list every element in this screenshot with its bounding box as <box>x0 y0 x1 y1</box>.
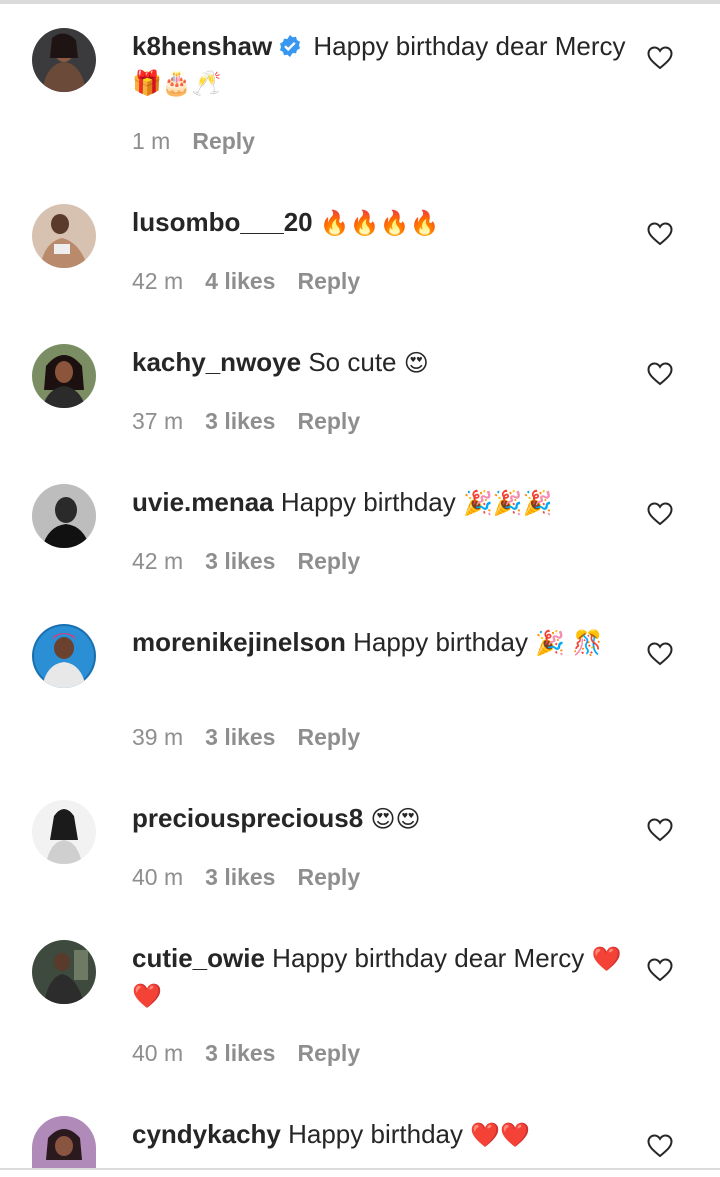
comment-username[interactable]: cyndykachy <box>132 1119 281 1149</box>
heart-outline-icon[interactable] <box>647 1134 673 1158</box>
likes-count[interactable]: 3 likes <box>205 408 275 434</box>
comment-emojis: 🎉 🎊 <box>535 629 603 657</box>
comment-text: cutie_owie Happy birthday dear Mercy ❤️❤… <box>132 940 632 1014</box>
reply-button[interactable]: Reply <box>297 268 360 294</box>
comment-body: Happy birthday dear Mercy <box>313 31 626 61</box>
reply-button[interactable]: Reply <box>297 408 360 434</box>
comment-meta: 37 m 3 likes Reply <box>132 406 382 436</box>
avatar[interactable] <box>32 344 96 408</box>
reply-button[interactable]: Reply <box>297 548 360 574</box>
comment-text: lusombo___20 🔥🔥🔥🔥 <box>132 204 632 241</box>
heart-outline-icon[interactable] <box>647 958 673 982</box>
comment-emojis: 🔥🔥🔥🔥 <box>319 209 440 237</box>
likes-count[interactable]: 3 likes <box>205 548 275 574</box>
comment-username[interactable]: preciousprecious8 <box>132 803 363 833</box>
likes-count[interactable]: 3 likes <box>205 724 275 750</box>
comment-meta: 40 m 3 likes Reply <box>132 1038 382 1068</box>
comment-emojis: 🎁🎂🥂 <box>132 69 222 97</box>
avatar[interactable] <box>32 624 96 688</box>
avatar[interactable] <box>32 800 96 864</box>
comment-meta: 39 m 3 likes Reply <box>132 722 382 752</box>
comment-time: 39 m <box>132 724 184 750</box>
reply-button[interactable]: Reply <box>192 128 255 154</box>
comment-text: preciousprecious8 😍😍 <box>132 800 632 837</box>
comment-time: 1 m <box>132 128 171 154</box>
verified-badge-icon <box>278 34 302 58</box>
comment-text: cyndykachy Happy birthday ❤️❤️ <box>132 1116 632 1153</box>
comment-time: 37 m <box>132 408 184 434</box>
bottom-divider <box>0 1168 720 1170</box>
heart-outline-icon[interactable] <box>647 222 673 246</box>
comment-text: morenikejinelson Happy birthday 🎉 🎊 <box>132 624 632 661</box>
comment-meta: 1 m Reply <box>132 126 277 156</box>
comment-username[interactable]: cutie_owie <box>132 943 265 973</box>
comment-text: kachy_nwoye So cute 😍 <box>132 344 632 381</box>
likes-count[interactable]: 3 likes <box>205 864 275 890</box>
comment-username[interactable]: morenikejinelson <box>132 627 346 657</box>
comment-emojis: ❤️❤️ <box>470 1121 530 1149</box>
comment-emojis: 🎉🎉🎉 <box>463 489 553 517</box>
comment-text: uvie.menaa Happy birthday 🎉🎉🎉 <box>132 484 632 521</box>
likes-count[interactable]: 3 likes <box>205 1040 275 1066</box>
comment-username[interactable]: uvie.menaa <box>132 487 274 517</box>
avatar[interactable] <box>32 484 96 548</box>
heart-outline-icon[interactable] <box>647 502 673 526</box>
reply-button[interactable]: Reply <box>297 1040 360 1066</box>
comment-body: So cute <box>308 347 397 377</box>
likes-count[interactable]: 4 likes <box>205 268 275 294</box>
comment-username[interactable]: k8henshaw <box>132 31 272 61</box>
top-divider <box>0 0 720 4</box>
comment-time: 40 m <box>132 1040 184 1066</box>
comment-emojis: 😍 <box>403 349 429 377</box>
avatar[interactable] <box>32 28 96 92</box>
reply-button[interactable]: Reply <box>297 864 360 890</box>
comment-meta: 42 m 4 likes Reply <box>132 266 382 296</box>
comment-username[interactable]: kachy_nwoye <box>132 347 301 377</box>
comment-body: Happy birthday dear Mercy <box>272 943 585 973</box>
comment-emojis: 😍😍 <box>370 805 421 833</box>
comment-body: Happy birthday <box>353 627 528 657</box>
avatar[interactable] <box>32 940 96 1004</box>
comment-body: Happy birthday <box>288 1119 463 1149</box>
heart-outline-icon[interactable] <box>647 362 673 386</box>
comment-time: 42 m <box>132 268 184 294</box>
heart-outline-icon[interactable] <box>647 818 673 842</box>
comment-body: Happy birthday <box>280 487 456 517</box>
comment-meta: 40 m 3 likes Reply <box>132 862 382 892</box>
reply-button[interactable]: Reply <box>297 724 360 750</box>
comment-time: 42 m <box>132 548 184 574</box>
comment-username[interactable]: lusombo___20 <box>132 207 313 237</box>
comment-meta: 42 m 3 likes Reply <box>132 546 382 576</box>
avatar[interactable] <box>32 1116 96 1168</box>
comment-text: k8henshaw Happy birthday dear Mercy 🎁🎂🥂 <box>132 28 632 101</box>
avatar[interactable] <box>32 204 96 268</box>
heart-outline-icon[interactable] <box>647 46 673 70</box>
heart-outline-icon[interactable] <box>647 642 673 666</box>
comment-time: 40 m <box>132 864 184 890</box>
